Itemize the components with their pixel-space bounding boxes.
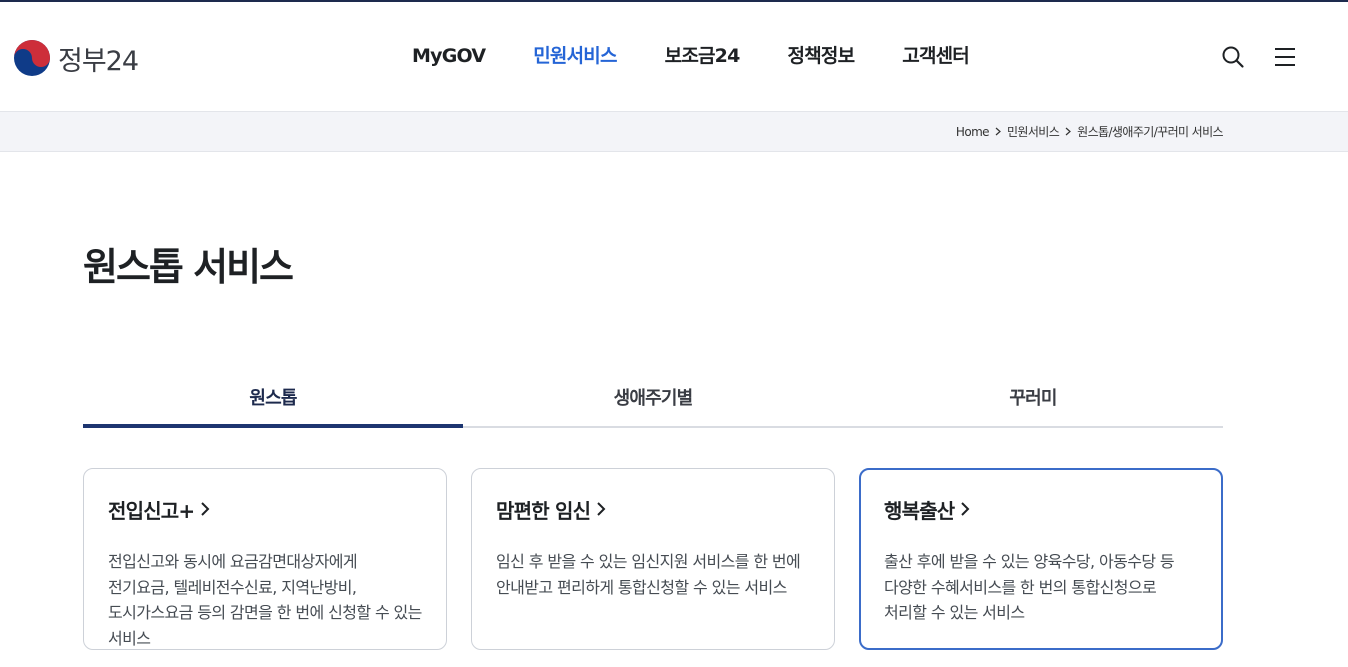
tab-onestop[interactable]: 원스톱	[83, 378, 463, 428]
nav-item-mygov[interactable]: MyGOV	[388, 40, 509, 72]
search-button[interactable]	[1220, 44, 1246, 70]
tab-bundle[interactable]: 꾸러미	[843, 378, 1223, 426]
utility-buttons	[1220, 44, 1298, 70]
service-card-childbirth[interactable]: 행복출산 출산 후에 받을 수 있는 양육수당, 아동수당 등 다양한 수혜서비…	[859, 468, 1223, 650]
service-card-pregnancy[interactable]: 맘편한 임신 임신 후 받을 수 있는 임신지원 서비스를 한 번에 안내받고 …	[471, 468, 835, 650]
site-logo[interactable]: 정부24	[14, 38, 139, 78]
card-title: 행복출산	[884, 497, 1198, 523]
card-title-text: 전입신고+	[108, 498, 195, 523]
card-description: 임신 후 받을 수 있는 임신지원 서비스를 한 번에 안내받고 편리하게 통합…	[496, 552, 801, 597]
tab-lifecycle[interactable]: 생애주기별	[463, 378, 843, 426]
breadcrumb-bar: Home 민원서비스 원스톱/생애주기/꾸러미 서비스	[0, 111, 1348, 152]
card-title: 맘편한 임신	[496, 497, 810, 523]
nav-item-civil-service[interactable]: 민원서비스	[509, 40, 640, 72]
chevron-right-icon	[989, 127, 1007, 136]
all-menu-button[interactable]	[1272, 44, 1298, 70]
breadcrumb-current[interactable]: 원스톱/생애주기/꾸러미 서비스	[1077, 123, 1223, 140]
card-title-text: 행복출산	[884, 498, 955, 523]
chevron-right-icon	[597, 502, 606, 516]
breadcrumb: Home 민원서비스 원스톱/생애주기/꾸러미 서비스	[956, 112, 1224, 151]
nav-item-subsidy24[interactable]: 보조금24	[641, 40, 764, 72]
service-card-list: 전입신고+ 전입신고와 동시에 요금감면대상자에게 전기요금, 텔레비전수신료,…	[83, 468, 1224, 650]
chevron-right-icon	[201, 502, 210, 516]
search-icon	[1222, 46, 1244, 68]
card-title: 전입신고+	[108, 497, 422, 523]
card-title-text: 맘편한 임신	[496, 498, 591, 523]
hamburger-menu-icon	[1275, 48, 1295, 66]
service-card-move-in-report[interactable]: 전입신고+ 전입신고와 동시에 요금감면대상자에게 전기요금, 텔레비전수신료,…	[83, 468, 447, 650]
service-tabs: 원스톱 생애주기별 꾸러미	[83, 378, 1223, 428]
breadcrumb-civil-service[interactable]: 민원서비스	[1007, 123, 1060, 140]
site-header: 정부24 MyGOV 민원서비스 보조금24 정책정보 고객센터	[0, 2, 1348, 111]
chevron-right-icon	[961, 502, 970, 516]
nav-item-policy-info[interactable]: 정책정보	[764, 40, 879, 72]
page-title: 원스톱 서비스	[83, 245, 294, 289]
card-description: 전입신고와 동시에 요금감면대상자에게 전기요금, 텔레비전수신료, 지역난방비…	[108, 552, 422, 648]
chevron-right-icon	[1059, 127, 1077, 136]
nav-item-customer-center[interactable]: 고객센터	[878, 40, 993, 72]
card-description: 출산 후에 받을 수 있는 양육수당, 아동수당 등 다양한 수혜서비스를 한 …	[884, 552, 1175, 622]
breadcrumb-home[interactable]: Home	[956, 125, 990, 139]
main-navigation: MyGOV 민원서비스 보조금24 정책정보 고객센터	[388, 40, 993, 72]
taeguk-emblem-icon	[14, 40, 50, 76]
logo-text: 정부24	[58, 45, 139, 77]
